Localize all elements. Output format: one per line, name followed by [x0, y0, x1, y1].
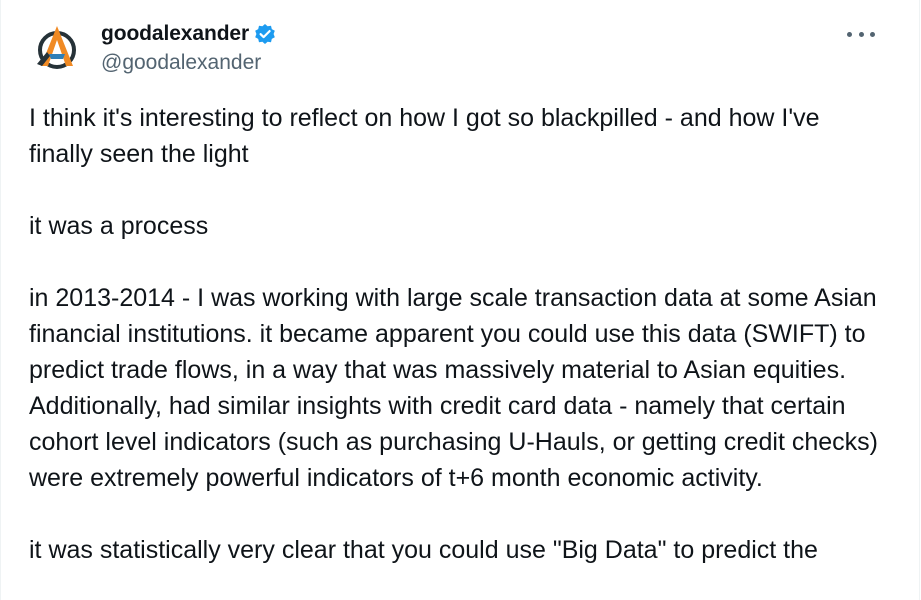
avatar[interactable]	[29, 20, 85, 76]
tweet-paragraph: in 2013-2014 - I was working with large …	[29, 284, 878, 492]
verified-badge-icon	[254, 23, 276, 45]
tweet-paragraph: it was statistically very clear that you…	[29, 536, 818, 564]
dot-icon	[870, 31, 875, 37]
tweet-paragraph: it was a process	[29, 212, 209, 240]
tweet-card: goodalexander @goodalexander I think it'…	[0, 0, 920, 600]
dot-icon	[858, 31, 864, 37]
tweet-paragraph: I think it's interesting to reflect on h…	[29, 104, 820, 168]
more-horizontal-icon[interactable]	[847, 24, 875, 44]
name-row: goodalexander	[101, 20, 276, 48]
logo-a-avatar-icon	[29, 20, 85, 76]
handle[interactable]: @goodalexander	[101, 51, 276, 75]
tweet-text: I think it's interesting to reflect on h…	[29, 100, 889, 600]
dot-icon	[847, 31, 852, 37]
display-name[interactable]: goodalexander	[101, 22, 249, 46]
author-block: goodalexander @goodalexander	[101, 20, 276, 75]
